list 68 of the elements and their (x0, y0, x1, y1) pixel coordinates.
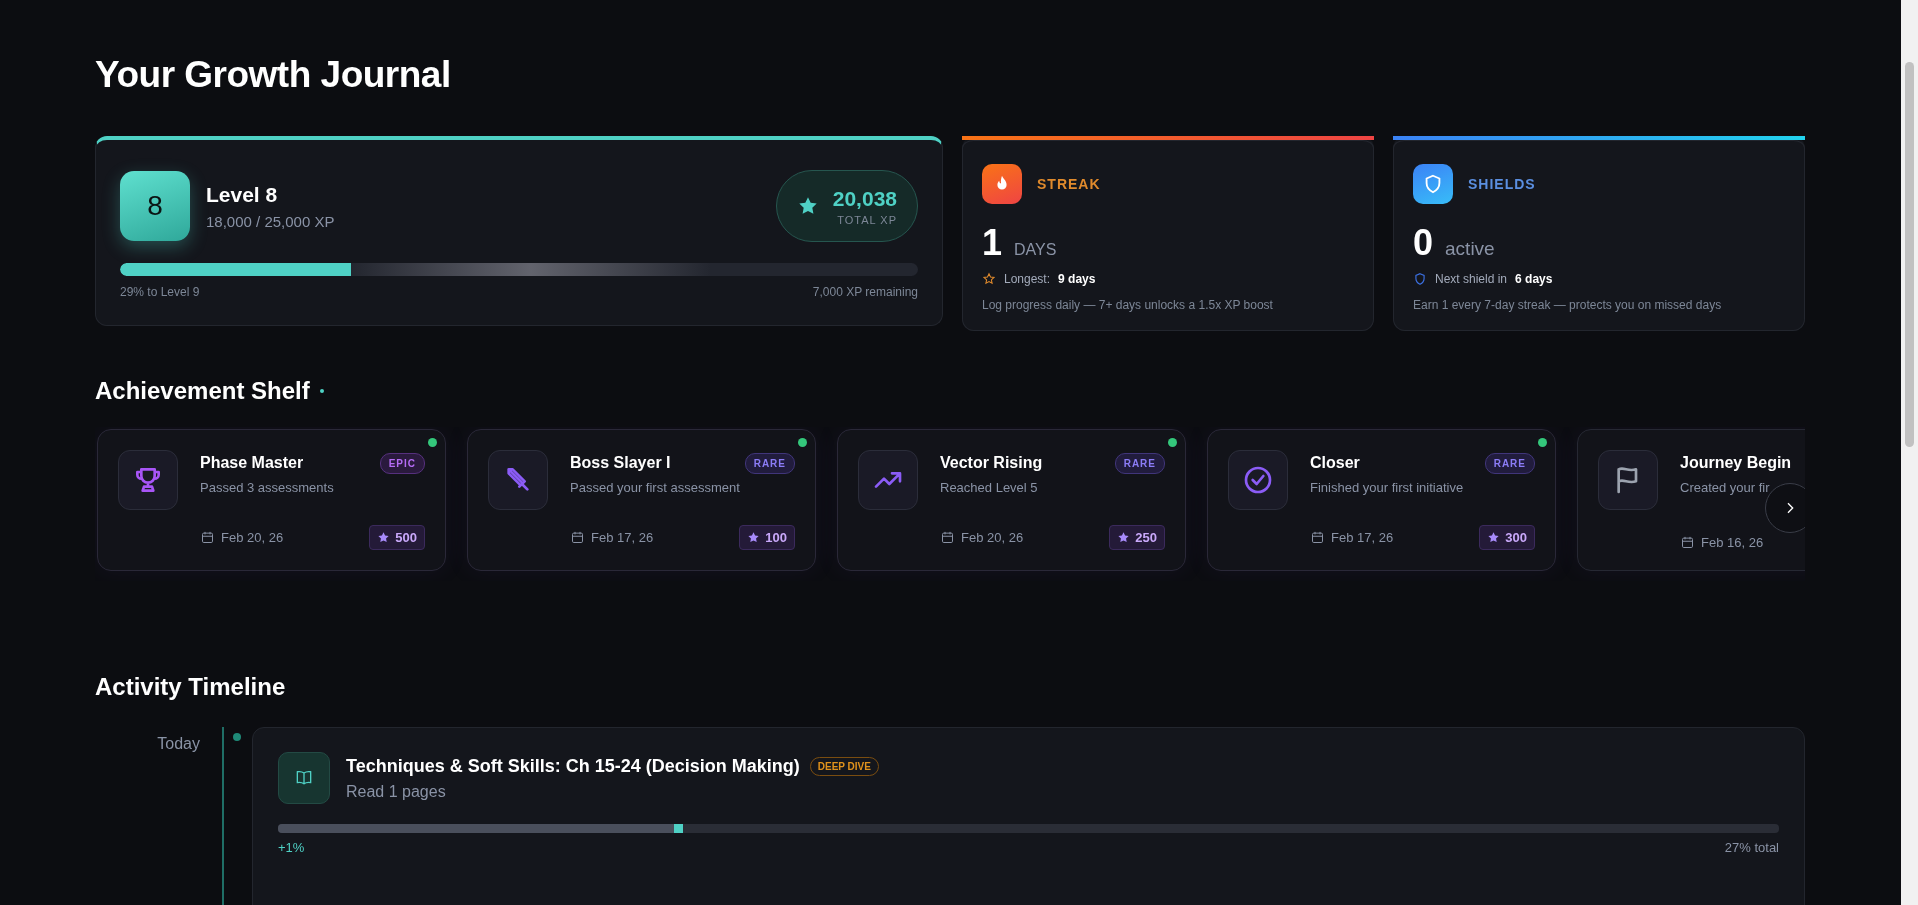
achievement-date: Feb 20, 26 (221, 530, 285, 545)
achievement-description: Reached Level 5 (940, 480, 1039, 495)
achievement-title: Phase Master (200, 454, 304, 472)
achievement-description: Passed your first assessment (570, 480, 741, 495)
achievement-title: Vector Rising (940, 454, 1043, 472)
points-tag: 250 (1109, 525, 1165, 550)
stat-value: 0 (1413, 222, 1434, 264)
total-xp-label: TOTAL XP (836, 213, 897, 226)
xp-progress-text: 18,000 / 25,000 XP (206, 212, 336, 230)
points-tag: 500 (369, 525, 425, 550)
page-title: Your Growth Journal (95, 54, 452, 96)
progress-delta: +1% (278, 840, 305, 855)
rarity-tag: RARE (744, 452, 795, 474)
level-title: Level 8 (206, 182, 279, 207)
section-title: Achievement Shelf (95, 377, 310, 405)
activity-title: Techniques & Soft Skills: Ch 15-24 (Decision Making) (346, 755, 800, 777)
achievement-title: Journey Begin (1680, 454, 1792, 472)
progress-total: 27% total (1724, 840, 1779, 855)
achievement-description: Created your fir (1680, 480, 1771, 495)
detail-label: Next shield in (1435, 272, 1508, 286)
star-icon (1117, 531, 1131, 544)
achievement-date: Feb 20, 26 (961, 530, 1025, 545)
achievement-date: Feb 17, 26 (1331, 530, 1395, 545)
section-title: Activity Timeline (95, 673, 286, 701)
remaining-caption: 7,000 XP remaining (812, 285, 918, 299)
achievement-title: Boss Slayer I (570, 454, 671, 472)
stat-label: STREAK (1037, 176, 1101, 192)
calendar-icon (570, 530, 585, 545)
rarity-tag: EPIC (379, 452, 425, 474)
rarity-tag: RARE (1114, 452, 1165, 474)
new-dot (798, 438, 807, 447)
achievement-date: Feb 16, 26 (1701, 535, 1765, 550)
achievement-description: Finished your first initiative (1310, 480, 1465, 495)
stat-note: Earn 1 every 7-day streak — protects you on missed days (1413, 298, 1723, 312)
timeline-dot (233, 733, 241, 741)
new-dot (1538, 438, 1547, 447)
detail-label: Longest: (1004, 272, 1051, 286)
progress-caption: 29% to Level 9 (120, 285, 200, 299)
stat-note: Log progress daily — 7+ days unlocks a 1.5x XP boost (982, 298, 1274, 312)
total-xp-value: 20,038 (832, 186, 897, 211)
points-tag: 100 (739, 525, 795, 550)
calendar-icon (200, 530, 215, 545)
detail-value: 6 days (1515, 272, 1553, 286)
rarity-tag: RARE (1484, 452, 1535, 474)
star-icon (377, 531, 391, 544)
calendar-icon (940, 530, 955, 545)
stat-value: 1 (982, 222, 1003, 264)
new-dot (428, 438, 437, 447)
calendar-icon (1680, 535, 1695, 550)
detail-value: 9 days (1058, 272, 1096, 286)
achievement-description: Passed 3 assessments (200, 480, 335, 495)
stat-label: SHIELDS (1468, 176, 1536, 192)
status-dot (319, 389, 324, 393)
scrollbar[interactable] (1901, 0, 1918, 905)
level-badge: 8 (120, 171, 190, 241)
shield-icon (1413, 272, 1427, 286)
stat-unit: active (1445, 238, 1495, 260)
achievement-date: Feb 17, 26 (591, 530, 655, 545)
new-dot (1168, 438, 1177, 447)
stat-unit: DAYS (1014, 241, 1057, 259)
points-tag: 300 (1479, 525, 1535, 550)
achievement-title: Closer (1310, 454, 1360, 472)
star-icon (1487, 531, 1501, 544)
activity-subtitle: Read 1 pages (346, 782, 447, 801)
calendar-icon (1310, 530, 1325, 545)
day-label: Today (156, 734, 201, 754)
star-icon (747, 531, 761, 544)
star-icon (982, 272, 996, 286)
